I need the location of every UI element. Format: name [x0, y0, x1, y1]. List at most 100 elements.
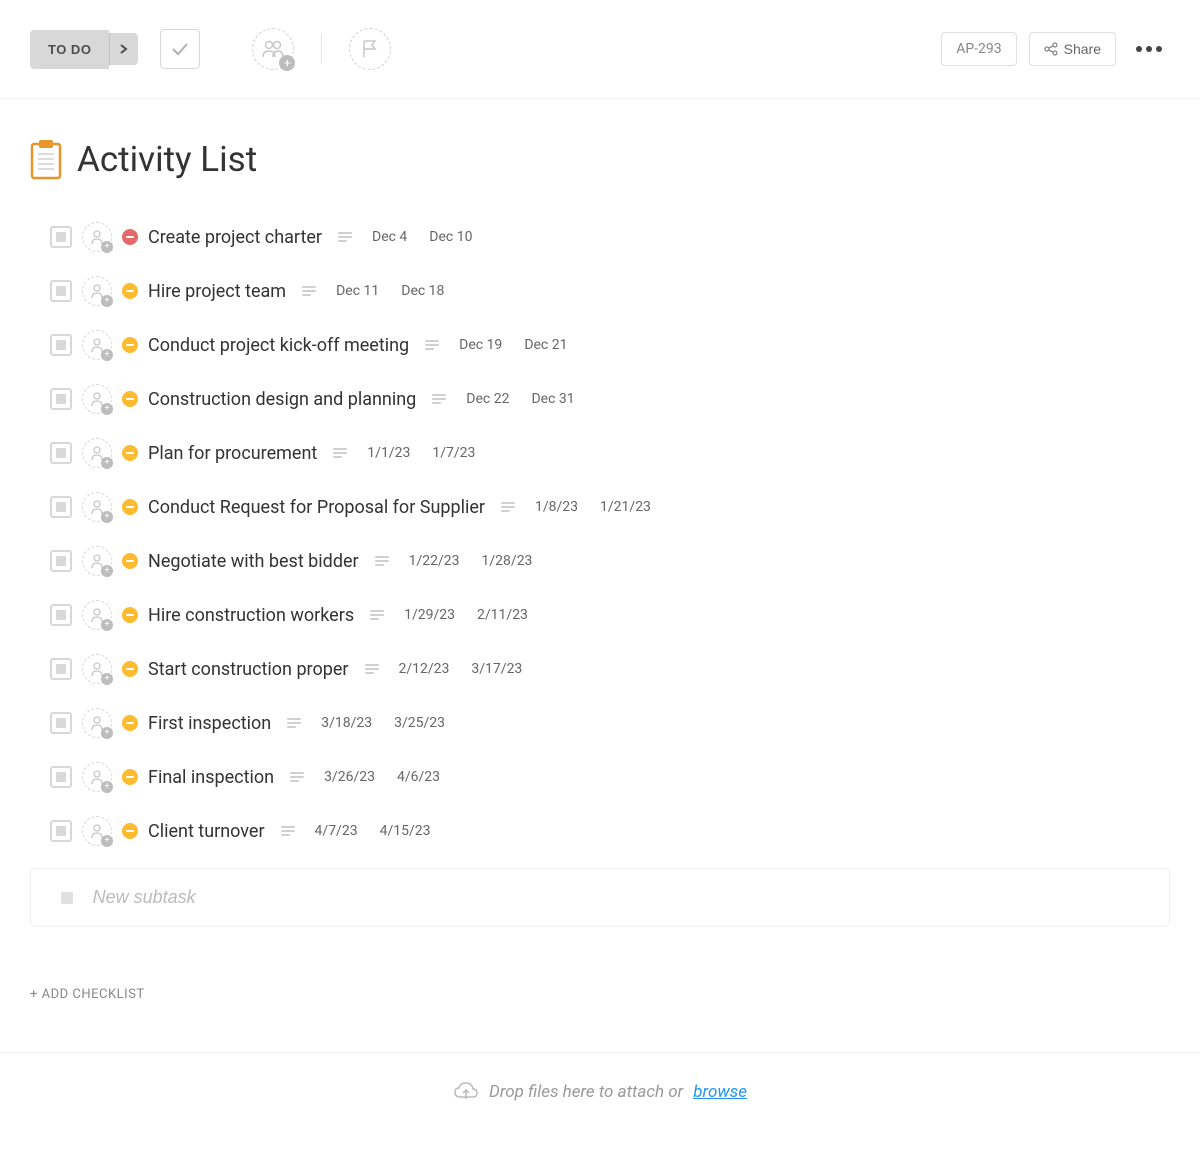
priority-indicator[interactable]: [122, 445, 138, 461]
drop-area[interactable]: Drop files here to attach or browse: [0, 1053, 1200, 1131]
end-date[interactable]: Dec 18: [401, 283, 444, 299]
more-button[interactable]: [1128, 38, 1170, 60]
end-date[interactable]: 4/6/23: [397, 769, 440, 785]
complete-button[interactable]: [160, 29, 200, 69]
priority-indicator[interactable]: [122, 337, 138, 353]
task-title[interactable]: Create project charter: [148, 227, 322, 248]
priority-indicator[interactable]: [122, 553, 138, 569]
task-title[interactable]: First inspection: [148, 713, 271, 734]
task-id-badge[interactable]: AP-293: [941, 32, 1016, 66]
task-row: + Negotiate with best bidder 1/22/23 1/28/2…: [50, 534, 1170, 588]
assignee-button[interactable]: +: [82, 492, 112, 522]
assignee-button[interactable]: +: [82, 816, 112, 846]
end-date[interactable]: 3/17/23: [471, 661, 522, 677]
priority-button[interactable]: [349, 28, 391, 70]
priority-indicator[interactable]: [122, 769, 138, 785]
task-checkbox[interactable]: [50, 766, 72, 788]
task-title[interactable]: Final inspection: [148, 767, 274, 788]
description-icon[interactable]: [365, 664, 379, 674]
task-checkbox[interactable]: [50, 226, 72, 248]
assignee-button[interactable]: +: [82, 384, 112, 414]
end-date[interactable]: 1/7/23: [432, 445, 475, 461]
priority-indicator[interactable]: [122, 661, 138, 677]
task-checkbox[interactable]: [50, 334, 72, 356]
start-date[interactable]: 3/26/23: [324, 769, 375, 785]
start-date[interactable]: Dec 11: [336, 283, 379, 299]
start-date[interactable]: Dec 19: [459, 337, 502, 353]
assignee-button[interactable]: +: [82, 276, 112, 306]
assignee-add-button[interactable]: +: [252, 28, 294, 70]
description-icon[interactable]: [287, 718, 301, 728]
task-title[interactable]: Conduct Request for Proposal for Supplie…: [148, 497, 485, 518]
assignee-button[interactable]: +: [82, 762, 112, 792]
task-title[interactable]: Construction design and planning: [148, 389, 416, 410]
status-next-button[interactable]: [109, 33, 138, 65]
new-subtask-input[interactable]: [93, 887, 1139, 908]
end-date[interactable]: 4/15/23: [380, 823, 431, 839]
task-title[interactable]: Plan for procurement: [148, 443, 317, 464]
start-date[interactable]: 2/12/23: [399, 661, 450, 677]
assignee-button[interactable]: +: [82, 330, 112, 360]
new-subtask-row[interactable]: [30, 868, 1170, 927]
task-title[interactable]: Client turnover: [148, 821, 265, 842]
task-checkbox[interactable]: [50, 496, 72, 518]
description-icon[interactable]: [501, 502, 515, 512]
description-icon[interactable]: [370, 610, 384, 620]
assignee-button[interactable]: +: [82, 708, 112, 738]
end-date[interactable]: 1/28/23: [482, 553, 533, 569]
start-date[interactable]: Dec 4: [372, 229, 407, 245]
start-date[interactable]: 1/1/23: [367, 445, 410, 461]
task-title[interactable]: Start construction proper: [148, 659, 349, 680]
description-icon[interactable]: [375, 556, 389, 566]
end-date[interactable]: 2/11/23: [477, 607, 528, 623]
end-date[interactable]: Dec 10: [429, 229, 472, 245]
task-checkbox[interactable]: [50, 658, 72, 680]
start-date[interactable]: 3/18/23: [321, 715, 372, 731]
task-checkbox[interactable]: [50, 712, 72, 734]
task-checkbox[interactable]: [50, 442, 72, 464]
page-title[interactable]: Activity List: [77, 139, 257, 180]
priority-indicator[interactable]: [122, 607, 138, 623]
assignee-button[interactable]: +: [82, 600, 112, 630]
priority-indicator[interactable]: [122, 499, 138, 515]
assignee-button[interactable]: +: [82, 222, 112, 252]
share-button[interactable]: Share: [1029, 32, 1116, 66]
task-checkbox[interactable]: [50, 820, 72, 842]
description-icon[interactable]: [333, 448, 347, 458]
task-title[interactable]: Hire construction workers: [148, 605, 354, 626]
assignee-button[interactable]: +: [82, 654, 112, 684]
description-icon[interactable]: [302, 286, 316, 296]
end-date[interactable]: 1/21/23: [600, 499, 651, 515]
description-icon[interactable]: [290, 772, 304, 782]
task-checkbox[interactable]: [50, 550, 72, 572]
task-title[interactable]: Hire project team: [148, 281, 286, 302]
task-checkbox[interactable]: [50, 604, 72, 626]
task-checkbox[interactable]: [50, 388, 72, 410]
status-group: TO DO: [30, 30, 138, 69]
task-title[interactable]: Negotiate with best bidder: [148, 551, 359, 572]
description-icon[interactable]: [432, 394, 446, 404]
task-title[interactable]: Conduct project kick-off meeting: [148, 335, 409, 356]
assignee-button[interactable]: +: [82, 546, 112, 576]
priority-indicator[interactable]: [122, 229, 138, 245]
browse-link[interactable]: browse: [693, 1082, 747, 1102]
priority-indicator[interactable]: [122, 391, 138, 407]
priority-indicator[interactable]: [122, 283, 138, 299]
start-date[interactable]: 1/8/23: [535, 499, 578, 515]
description-icon[interactable]: [338, 232, 352, 242]
task-checkbox[interactable]: [50, 280, 72, 302]
status-button[interactable]: TO DO: [30, 30, 109, 69]
start-date[interactable]: Dec 22: [466, 391, 509, 407]
description-icon[interactable]: [425, 340, 439, 350]
priority-indicator[interactable]: [122, 823, 138, 839]
description-icon[interactable]: [281, 826, 295, 836]
start-date[interactable]: 1/22/23: [409, 553, 460, 569]
priority-indicator[interactable]: [122, 715, 138, 731]
start-date[interactable]: 4/7/23: [315, 823, 358, 839]
add-checklist-button[interactable]: + ADD CHECKLIST: [30, 987, 1170, 1002]
end-date[interactable]: Dec 31: [531, 391, 574, 407]
assignee-button[interactable]: +: [82, 438, 112, 468]
start-date[interactable]: 1/29/23: [404, 607, 455, 623]
end-date[interactable]: Dec 21: [524, 337, 567, 353]
end-date[interactable]: 3/25/23: [394, 715, 445, 731]
